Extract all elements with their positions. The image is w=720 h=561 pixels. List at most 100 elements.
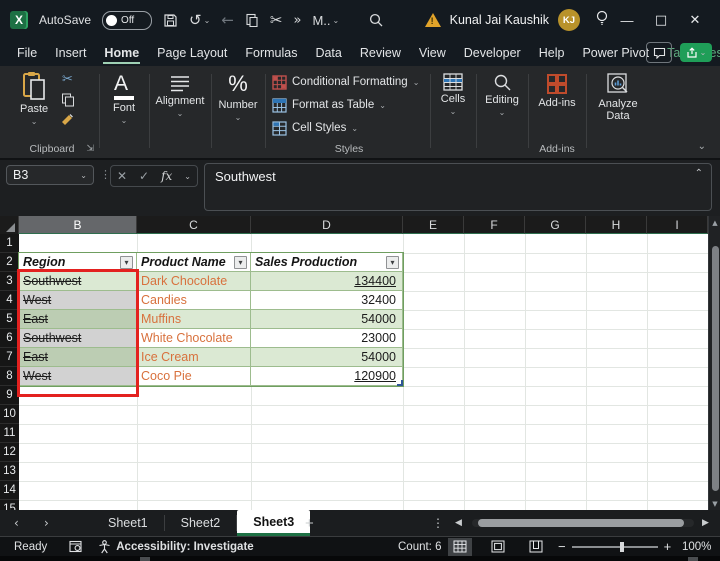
maximize-button[interactable]: □ <box>644 0 678 40</box>
row-header-1[interactable]: 1 <box>0 234 19 253</box>
scroll-down-icon[interactable]: ▼ <box>709 497 720 510</box>
page-break-view-button[interactable] <box>524 538 548 556</box>
cell-region[interactable]: Southwest <box>19 272 137 291</box>
cell-product[interactable]: Muffins <box>137 310 251 329</box>
column-header-E[interactable]: E <box>403 216 464 234</box>
cancel-entry-icon[interactable]: ✕ <box>117 169 127 183</box>
zoom-in-button[interactable]: + <box>664 539 672 554</box>
macro-record-button[interactable] <box>69 540 82 553</box>
cell-styles-button[interactable]: Cell Styles ⌄ <box>272 117 358 139</box>
row-header-5[interactable]: 5 <box>0 310 19 329</box>
dialog-launcher-icon[interactable]: ⇲ <box>86 144 94 154</box>
ribbon-tab-insert[interactable]: Insert <box>46 41 95 65</box>
user-name[interactable]: Kunal Jai Kaushik <box>450 13 549 27</box>
scroll-up-icon[interactable]: ▲ <box>709 216 720 229</box>
undo-button[interactable]: ↺⌄ <box>189 13 210 28</box>
row-header-10[interactable]: 10 <box>0 405 19 424</box>
minimize-button[interactable]: — <box>610 0 644 40</box>
horizontal-scrollbar[interactable] <box>472 519 694 527</box>
cell-product[interactable]: Ice Cream <box>137 348 251 367</box>
row-header-14[interactable]: 14 <box>0 481 19 500</box>
table-header-product-name[interactable]: Product Name▾ <box>137 253 251 272</box>
cells-button[interactable]: Cells ⌄ <box>433 73 473 116</box>
column-header-H[interactable]: H <box>586 216 647 234</box>
ribbon-tab-view[interactable]: View <box>410 41 455 65</box>
row-header-13[interactable]: 13 <box>0 462 19 481</box>
insert-function-button[interactable]: fx <box>161 169 172 183</box>
ribbon-tab-formulas[interactable]: Formulas <box>236 41 306 65</box>
warning-icon[interactable]: ! <box>425 13 441 27</box>
cell-product[interactable]: Dark Chocolate <box>137 272 251 291</box>
cell-product[interactable]: White Chocolate <box>137 329 251 348</box>
column-header-F[interactable]: F <box>464 216 525 234</box>
font-button[interactable]: A Font ⌄ <box>105 73 143 125</box>
cell-sales[interactable]: 134400 <box>251 272 403 291</box>
normal-view-button[interactable] <box>448 538 472 556</box>
name-box[interactable]: B3 ⌄ <box>6 165 94 185</box>
new-sheet-button[interactable]: + <box>305 510 314 536</box>
row-header-15[interactable]: 15 <box>0 500 19 510</box>
row-header-11[interactable]: 11 <box>0 424 19 443</box>
row-header-4[interactable]: 4 <box>0 291 19 310</box>
sheet-tab-sheet2[interactable]: Sheet2 <box>165 510 237 536</box>
cell-region[interactable]: East <box>19 348 137 367</box>
ribbon-tab-help[interactable]: Help <box>530 41 574 65</box>
autosave-toggle[interactable]: Off <box>102 11 152 30</box>
ribbon-tab-home[interactable]: Home <box>95 41 148 65</box>
row-header-3[interactable]: 3 <box>0 272 19 291</box>
collapse-ribbon-chevron-icon[interactable]: ⌄ <box>698 141 706 152</box>
editing-button[interactable]: Editing ⌄ <box>479 73 525 117</box>
toolbar-overflow-button[interactable]: » <box>293 13 301 28</box>
column-header-C[interactable]: C <box>137 216 251 234</box>
number-button[interactable]: % Number ⌄ <box>215 71 261 122</box>
paste-button[interactable]: Paste ⌄ <box>20 71 48 126</box>
sheet-nav-right-icon[interactable]: › <box>44 510 49 536</box>
cell-sales[interactable]: 23000 <box>251 329 403 348</box>
cell-region[interactable]: East <box>19 310 137 329</box>
zoom-slider-thumb[interactable] <box>620 542 624 552</box>
format-painter-icon[interactable] <box>60 113 75 128</box>
row-header-8[interactable]: 8 <box>0 367 19 386</box>
close-button[interactable]: ✕ <box>678 0 712 40</box>
hscroll-left-icon[interactable]: ◀ <box>455 510 462 536</box>
sheet-tab-sheet1[interactable]: Sheet1 <box>92 510 164 536</box>
sheet-nav-left-icon[interactable]: ‹ <box>14 510 19 536</box>
cell-region[interactable]: West <box>19 367 137 386</box>
row-header-2[interactable]: 2 <box>0 253 19 272</box>
comments-button[interactable] <box>646 42 672 63</box>
filter-dropdown-icon[interactable]: ▾ <box>234 256 247 269</box>
cell-region[interactable]: Southwest <box>19 329 137 348</box>
collapse-formula-bar-icon[interactable]: ⌃ <box>695 168 703 179</box>
accessibility-status[interactable]: Accessibility: Investigate <box>98 540 253 554</box>
row-header-9[interactable]: 9 <box>0 386 19 405</box>
table-header-sales-production[interactable]: Sales Production▾ <box>251 253 403 272</box>
analyze-data-button[interactable]: AnalyzeData <box>592 72 644 122</box>
cell-product[interactable]: Coco Pie <box>137 367 251 386</box>
row-header-6[interactable]: 6 <box>0 329 19 348</box>
ideas-button[interactable] <box>594 9 610 32</box>
zoom-slider[interactable] <box>572 546 658 548</box>
hscroll-right-icon[interactable]: ▶ <box>702 510 709 536</box>
cell-sales[interactable]: 54000 <box>251 348 403 367</box>
horizontal-scroll-thumb[interactable] <box>478 519 684 527</box>
alignment-button[interactable]: Alignment ⌄ <box>153 75 207 118</box>
copy-button[interactable] <box>245 13 259 28</box>
column-header-I[interactable]: I <box>647 216 708 234</box>
cut-icon[interactable]: ✂ <box>62 72 73 87</box>
vertical-scrollbar[interactable]: ▲ ▼ <box>708 216 720 510</box>
vertical-scroll-thumb[interactable] <box>712 246 719 491</box>
ribbon-tab-page-layout[interactable]: Page Layout <box>148 41 236 65</box>
format-as-table-button[interactable]: Format as Table ⌄ <box>272 94 386 116</box>
table-resize-handle-icon[interactable] <box>397 380 403 386</box>
cell-sales[interactable]: 32400 <box>251 291 403 310</box>
row-header-7[interactable]: 7 <box>0 348 19 367</box>
select-all-corner[interactable] <box>0 216 19 234</box>
formula-input[interactable]: Southwest ⌃ <box>204 163 712 211</box>
data-table[interactable]: Region▾Product Name▾Sales Production▾ Sou… <box>19 253 403 386</box>
cell-sales[interactable]: 54000 <box>251 310 403 329</box>
copy-icon[interactable] <box>61 93 75 107</box>
column-header-B[interactable]: B <box>19 216 137 234</box>
conditional-formatting-button[interactable]: Conditional Formatting ⌄ <box>272 71 419 93</box>
table-header-region[interactable]: Region▾ <box>19 253 137 272</box>
page-layout-view-button[interactable] <box>486 538 510 556</box>
